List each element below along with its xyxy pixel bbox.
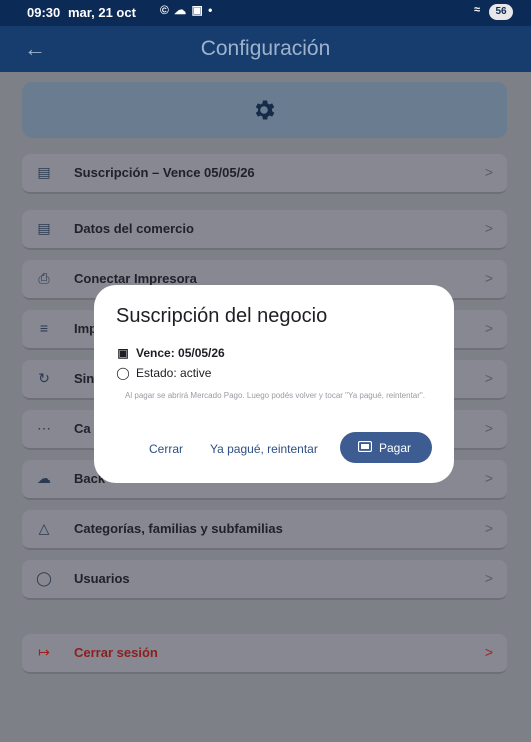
retry-button[interactable]: Ya pagué, reintentar — [210, 442, 318, 456]
menu-item-label: Usuarios — [74, 571, 130, 586]
expiry-row: ▣ Vence: 05/05/26 — [116, 346, 225, 360]
battery-badge: 56 — [489, 4, 513, 20]
chevron-right-icon: > — [484, 644, 493, 660]
settings-header-card — [22, 82, 507, 138]
menu-item-label: Suscripción – Vence 05/05/26 — [74, 165, 255, 180]
chevron-right-icon: > — [484, 570, 493, 586]
logout-icon: ↦ — [38, 644, 50, 660]
payment-icon — [358, 441, 372, 452]
menu-item-label: Conectar Impresora — [74, 271, 197, 286]
chevron-right-icon: > — [484, 220, 493, 236]
notification-icons: © ☁ ▣ • — [160, 3, 214, 17]
chevron-right-icon: > — [484, 520, 493, 536]
menu-item-logout[interactable]: ↦ Cerrar sesión > — [22, 634, 507, 674]
menu-item-subscription[interactable]: ▤ Suscripción – Vence 05/05/26 > — [22, 154, 507, 194]
import-icon: ≡ — [39, 320, 49, 336]
chevron-right-icon: > — [484, 470, 493, 486]
category-icon: △ — [38, 520, 50, 536]
pay-label: Pagar — [379, 441, 412, 455]
chevron-right-icon: > — [484, 164, 493, 180]
state-text: Estado: active — [136, 366, 212, 380]
menu-item-label: Ca — [74, 421, 91, 436]
app-bar: ← Configuración — [0, 26, 531, 72]
pay-button[interactable]: Pagar — [340, 432, 432, 463]
chevron-right-icon: > — [484, 270, 493, 286]
calendar-icon: ▣ — [117, 346, 129, 360]
menu-item-users[interactable]: ◯ Usuarios > — [22, 560, 507, 600]
menu-item-label: Datos del comercio — [74, 221, 194, 236]
status-time: 09:30 — [27, 5, 61, 20]
gear-icon — [255, 100, 275, 120]
menu-item-categories[interactable]: △ Categorías, familias y subfamilias > — [22, 510, 507, 550]
sync-icon: ↻ — [38, 370, 50, 386]
chevron-right-icon: > — [484, 320, 493, 336]
status-bar: 09:30 mar, 21 oct © ☁ ▣ • ≈ 56 — [0, 0, 531, 26]
page-title: Configuración — [200, 37, 331, 60]
cloud-icon: ☁ — [37, 470, 51, 486]
wifi-icon: ≈ — [474, 4, 481, 16]
menu-item-label: Categorías, familias y subfamilias — [74, 521, 283, 536]
menu-item-label: Sin — [74, 371, 95, 386]
users-icon: ◯ — [36, 570, 52, 586]
subscription-dialog: Suscripción del negocio ▣ Vence: 05/05/26… — [94, 285, 454, 483]
store-icon: ▤ — [37, 220, 51, 236]
menu-item-store-data[interactable]: ▤ Datos del comercio > — [22, 210, 507, 250]
logout-label: Cerrar sesión — [74, 645, 158, 660]
dialog-title: Suscripción del negocio — [116, 305, 328, 327]
expiry-text: Vence: 05/05/26 — [136, 346, 225, 360]
payment-note: Al pagar se abrirá Mercado Pago. Luego p… — [125, 391, 425, 400]
shield-check-icon: ◯ — [116, 366, 130, 380]
close-button[interactable]: Cerrar — [149, 442, 183, 456]
chevron-right-icon: > — [484, 420, 493, 436]
chevron-right-icon: > — [484, 370, 493, 386]
printer-icon: ⎙ — [38, 270, 50, 286]
status-date: mar, 21 oct — [68, 5, 136, 20]
subscription-icon: ▤ — [37, 164, 51, 180]
state-row: ◯ Estado: active — [116, 366, 211, 380]
keyboard-icon: ⋯ — [37, 420, 51, 436]
